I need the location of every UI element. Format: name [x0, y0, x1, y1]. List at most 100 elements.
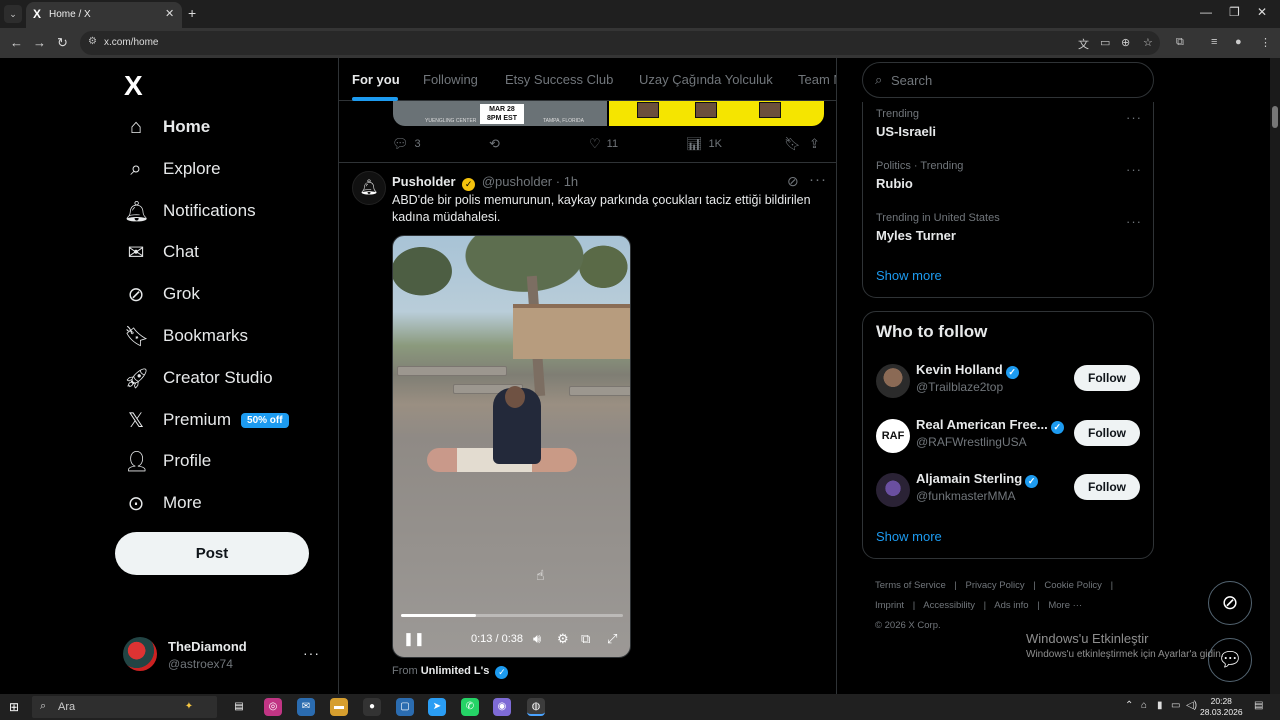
follow-show-more-link[interactable]: Show more [876, 529, 942, 544]
tab-for-you[interactable]: For you [352, 72, 400, 87]
post-time[interactable]: 1h [564, 174, 578, 189]
address-bar[interactable]: ⚙ x.com/home [80, 31, 1160, 55]
footer-link[interactable]: Privacy Policy [966, 580, 1025, 591]
app-icon[interactable]: ▢ [396, 698, 414, 716]
footer-more-link[interactable]: More ··· [1048, 600, 1082, 611]
url-text[interactable]: x.com/home [104, 37, 158, 48]
trend-item[interactable]: Politics · Trending Rubio ··· [876, 160, 1146, 200]
network-icon[interactable]: ▭ [1171, 700, 1180, 711]
repost-action[interactable]: ⟲ [489, 136, 506, 152]
windows-start-icon[interactable]: ⊞ [9, 700, 19, 714]
search-input[interactable] [891, 71, 1131, 89]
settings-icon[interactable]: ⚙ [557, 631, 569, 647]
app-icon[interactable]: ✉ [297, 698, 315, 716]
window-close-icon[interactable]: ✕ [1257, 5, 1267, 19]
volume-icon[interactable]: ◁) [1186, 700, 1197, 711]
follow-suggestion[interactable]: Kevin Holland ✓ @Trailblaze2top Follow [876, 362, 1142, 402]
app-icon[interactable]: ● [363, 698, 381, 716]
nav-item-profile[interactable]: 👤︎ Profile [124, 441, 211, 481]
footer-link[interactable]: Ads info [994, 600, 1028, 611]
trend-item[interactable]: Trending US-Israeli ··· [876, 108, 1146, 148]
file-explorer-icon[interactable]: ▬ [330, 698, 348, 716]
post-author-handle[interactable]: @pusholder [482, 174, 552, 189]
more-icon[interactable]: ··· [303, 645, 320, 661]
follow-button[interactable]: Follow [1074, 420, 1140, 446]
volume-icon[interactable]: 🔊︎ [533, 631, 541, 647]
tab-etsy-success-club[interactable]: Etsy Success Club [505, 72, 613, 87]
picture-in-picture-icon[interactable]: ⧉ [581, 631, 590, 647]
nav-item-creator-studio[interactable]: 🚀︎ Creator Studio [124, 358, 273, 398]
back-icon[interactable]: ← [10, 35, 23, 50]
close-tab-icon[interactable]: ✕ [165, 7, 174, 20]
footer-link[interactable]: Imprint [875, 600, 904, 611]
reply-action[interactable]: 💬︎ 3 [392, 136, 421, 152]
zoom-icon[interactable]: ⊕ [1121, 36, 1130, 49]
new-tab-icon[interactable]: + [188, 5, 196, 21]
reload-icon[interactable]: ↻ [57, 35, 68, 51]
more-icon[interactable]: ··· [1126, 110, 1142, 125]
app-icon[interactable]: ◉ [493, 698, 511, 716]
footer-link[interactable]: Terms of Service [875, 580, 946, 591]
nav-item-home[interactable]: ⌂ Home [124, 107, 210, 147]
profile-icon[interactable]: ● [1235, 36, 1242, 48]
tab-team[interactable]: Team M [798, 72, 836, 87]
search-highlights-icon[interactable]: ✦ [180, 698, 198, 716]
grok-explain-icon[interactable]: ⊘ [787, 173, 799, 190]
chrome-icon[interactable]: ◍ [527, 698, 545, 716]
tab-following[interactable]: Following [423, 72, 478, 87]
whatsapp-icon[interactable]: ✆ [461, 698, 479, 716]
more-icon[interactable]: ··· [809, 171, 827, 188]
cast-icon[interactable]: ▭ [1100, 36, 1110, 49]
post-author-avatar[interactable]: 🔔︎ [352, 171, 386, 205]
pause-icon[interactable]: ❚❚ [403, 631, 425, 647]
post-button[interactable]: Post [115, 532, 309, 575]
previous-post-media-left[interactable]: MAR 28 8PM EST YUENGLING CENTER TAMPA, F… [393, 101, 607, 126]
nav-item-premium[interactable]: 𝕏 Premium 50% off [124, 400, 289, 440]
tab-uzay-caginda-yolculuk[interactable]: Uzay Çağında Yolculuk [639, 72, 773, 87]
fullscreen-icon[interactable]: ⤢ [607, 631, 617, 647]
grok-float-button[interactable]: ⊘ [1208, 581, 1252, 625]
nav-item-notifications[interactable]: 🔔︎ Notifications [124, 191, 256, 231]
post-author-name[interactable]: Pusholder [392, 174, 456, 189]
trends-show-more-link[interactable]: Show more [876, 268, 942, 283]
site-info-icon[interactable]: ⚙ [88, 36, 97, 47]
telegram-icon[interactable]: ➤ [428, 698, 446, 716]
browser-tab[interactable]: X Home / X ✕ [26, 2, 182, 28]
source-account-name[interactable]: Unlimited L's [421, 665, 490, 677]
video-player[interactable]: ❚❚ 0:13 / 0:38 🔊︎ ⚙ ⧉ ⤢ [392, 235, 631, 658]
task-view-icon[interactable]: ▤ [230, 698, 248, 716]
nav-item-grok[interactable]: ⊘ Grok [124, 274, 200, 314]
video-progress-bar[interactable] [401, 614, 623, 617]
footer-link[interactable]: Accessibility [923, 600, 975, 611]
follow-suggestion[interactable]: Aljamain Sterling ✓ @funkmasterMMA Follow [876, 471, 1142, 511]
notification-icon[interactable]: ▤ [1254, 700, 1263, 711]
like-action[interactable]: ♡ 11 [589, 136, 618, 152]
nav-item-more[interactable]: ⊙ More [124, 483, 202, 523]
tab-search-button[interactable]: ⌄ [4, 5, 22, 23]
translate-icon[interactable]: 文 [1078, 36, 1089, 52]
x-logo-icon[interactable]: X [124, 70, 143, 102]
extensions-icon[interactable]: ⧉ [1176, 36, 1184, 49]
follow-button[interactable]: Follow [1074, 365, 1140, 391]
forward-icon[interactable]: → [33, 35, 46, 50]
taskbar-clock[interactable]: 20:28 28.03.2026 [1200, 696, 1243, 718]
restore-icon[interactable]: ❐ [1229, 5, 1240, 19]
account-switcher[interactable]: TheDiamond @astroex74 ··· [123, 635, 333, 675]
page-scrollbar[interactable] [1270, 58, 1280, 694]
more-icon[interactable]: ··· [1126, 214, 1142, 229]
browser-menu-icon[interactable]: ⋮ [1260, 36, 1271, 49]
scroll-thumb[interactable] [1272, 106, 1278, 128]
nav-item-chat[interactable]: ✉ Chat [124, 232, 199, 272]
footer-link[interactable]: Cookie Policy [1044, 580, 1102, 591]
media-control-icon[interactable]: ≡ [1211, 36, 1217, 48]
views-action[interactable]: 📊︎ 1K [686, 136, 722, 152]
minimize-icon[interactable]: — [1200, 5, 1212, 19]
share-action[interactable]: ⇪ [809, 136, 826, 152]
instagram-icon[interactable]: ◎ [264, 698, 282, 716]
nav-item-explore[interactable]: ⌕ Explore [124, 149, 220, 189]
follow-button[interactable]: Follow [1074, 474, 1140, 500]
bookmark-action[interactable]: 🔖︎ [784, 136, 807, 152]
tray-app-icon[interactable]: ⌂ [1141, 700, 1147, 711]
trend-item[interactable]: Trending in United States Myles Turner ·… [876, 212, 1146, 252]
follow-suggestion[interactable]: RAF Real American Free... ✓ @RAFWrestling… [876, 417, 1142, 457]
